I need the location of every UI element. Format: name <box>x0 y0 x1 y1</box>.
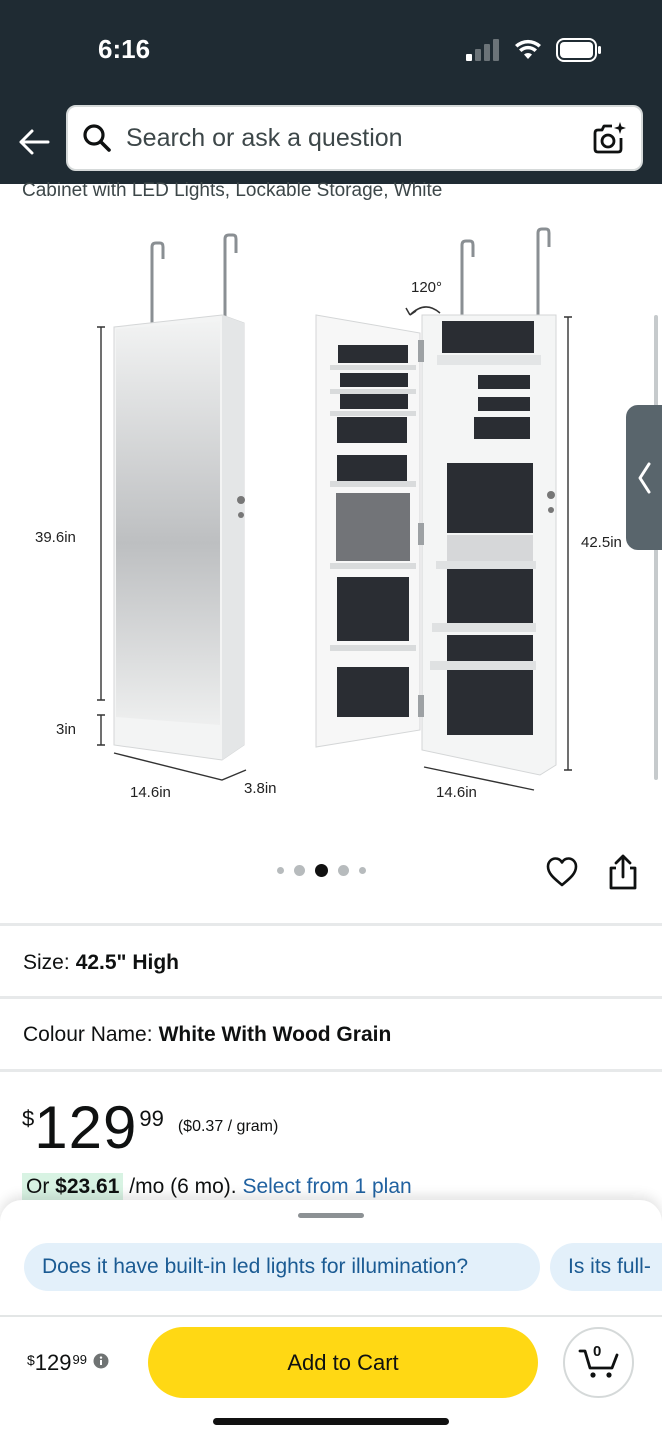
status-time: 6:16 <box>98 34 151 64</box>
status-bar: 6:16 <box>0 0 662 100</box>
divider <box>0 923 662 926</box>
search-input[interactable] <box>126 123 566 153</box>
carousel-dot[interactable] <box>277 867 284 874</box>
arrow-left-icon <box>19 129 50 155</box>
installment-prefix: Or <box>26 1175 50 1198</box>
dimension-label-angle: 120° <box>411 279 443 296</box>
dimension-label-depth: 3.8in <box>244 780 277 797</box>
price-whole: 129 <box>34 1094 138 1161</box>
battery-icon <box>556 38 601 62</box>
back-button[interactable] <box>14 122 54 162</box>
carousel-dot[interactable] <box>338 865 349 876</box>
carousel-dot-active[interactable] <box>315 864 328 877</box>
wifi-icon <box>515 39 541 59</box>
colour-selector[interactable]: Colour Name: White With Wood Grain <box>23 1023 391 1047</box>
dimension-label-width-back: 14.6in <box>436 784 477 801</box>
colour-label: Colour Name: <box>23 1023 153 1046</box>
divider <box>0 1315 662 1317</box>
dimension-label-height-base: 3in <box>56 721 77 738</box>
price-symbol: $ <box>22 1106 35 1131</box>
ask-questions-sheet: Does it have built-in led lights for ill… <box>0 1200 662 1440</box>
cart-button[interactable]: 0 <box>563 1327 634 1398</box>
camera-sparkle-icon[interactable] <box>591 121 627 155</box>
divider <box>0 1069 662 1072</box>
sheet-grabber[interactable] <box>298 1213 364 1218</box>
product-title-fragment: Cabinet with LED Lights, Lockable Storag… <box>22 180 443 201</box>
chevron-left-icon <box>638 462 651 493</box>
cabinet-illustration <box>97 227 572 791</box>
installment-highlight: Or $23.61 <box>22 1173 124 1200</box>
bottom-price-symbol: $ <box>27 1352 35 1368</box>
bottom-price-whole: 129 <box>34 1350 72 1375</box>
size-value: 42.5" High <box>75 951 180 974</box>
image-carousel-dots[interactable] <box>277 864 366 877</box>
bottom-price: $ 129 99 <box>27 1350 109 1376</box>
add-to-cart-button[interactable]: Add to Cart <box>148 1327 538 1398</box>
size-label: Size: <box>23 951 70 974</box>
price-display: $ 129 99 ($0.37 / gram) <box>22 1098 278 1158</box>
dimension-label-width-front: 14.6in <box>130 784 171 801</box>
bottom-price-fraction: 99 <box>72 1352 87 1367</box>
info-icon[interactable] <box>93 1353 109 1369</box>
colour-value: White With Wood Grain <box>158 1023 392 1046</box>
carousel-dot[interactable] <box>359 867 366 874</box>
heart-icon[interactable] <box>545 855 579 889</box>
question-chip[interactable]: Is its full- <box>550 1243 662 1291</box>
cellular-signal-icon <box>466 39 499 61</box>
search-box[interactable] <box>66 105 643 171</box>
size-selector[interactable]: Size: 42.5" High <box>23 951 179 975</box>
installment-amount: $23.61 <box>55 1175 120 1198</box>
search-icon <box>83 124 111 152</box>
carousel-dot[interactable] <box>294 865 305 876</box>
installment-plan-link[interactable]: Select from 1 plan <box>242 1175 411 1198</box>
home-indicator[interactable] <box>213 1418 449 1425</box>
side-panel-tab[interactable] <box>626 405 662 550</box>
dimension-label-height-total: 42.5in <box>581 534 622 551</box>
dimension-label-height-body: 39.6in <box>35 529 76 546</box>
search-header <box>0 100 662 184</box>
installment-term: /mo (6 mo). <box>129 1175 237 1198</box>
status-icons <box>466 38 602 62</box>
divider <box>0 996 662 999</box>
product-image[interactable]: 39.6in 3in 14.6in 3.8in 120° 42.5in 14.6… <box>0 205 662 840</box>
share-icon[interactable] <box>606 853 640 891</box>
unit-price: ($0.37 / gram) <box>177 1118 279 1135</box>
question-chip[interactable]: Does it have built-in led lights for ill… <box>24 1243 540 1291</box>
installment-offer: Or $23.61 /mo (6 mo). Select from 1 plan <box>22 1173 412 1200</box>
cart-count: 0 <box>593 1343 602 1360</box>
price-fraction: 99 <box>139 1106 164 1131</box>
